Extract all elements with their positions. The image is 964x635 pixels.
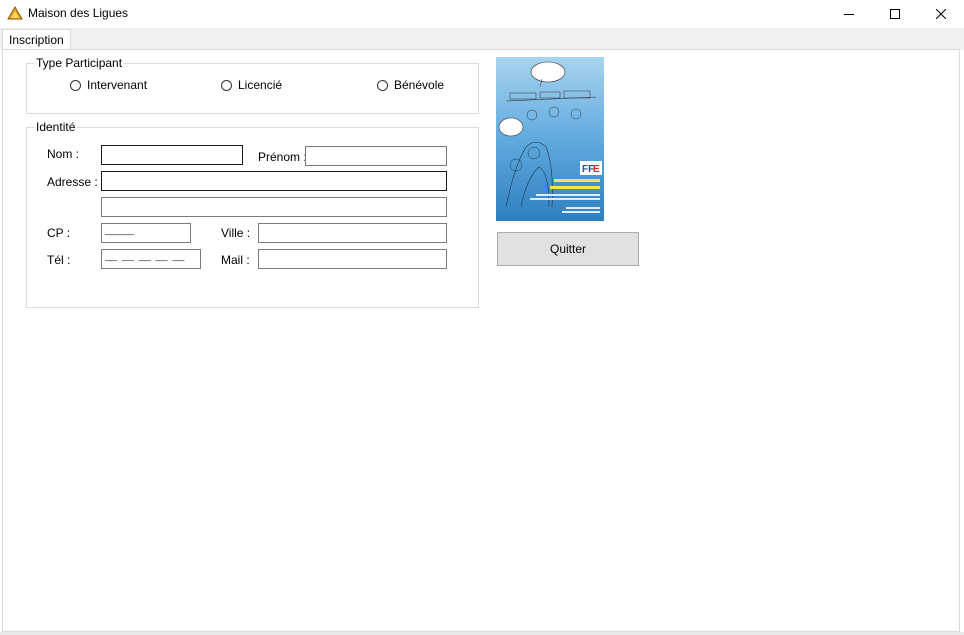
radio-circle-icon bbox=[221, 79, 232, 91]
adresse-line1-input[interactable] bbox=[101, 171, 447, 191]
title-bar: Maison des Ligues bbox=[0, 0, 964, 28]
tab-inscription[interactable]: Inscription bbox=[2, 29, 71, 50]
tel-masked-input[interactable]: __ __ __ __ __ bbox=[101, 249, 201, 269]
radio-benevole-label: Bénévole bbox=[394, 78, 445, 92]
radio-intervenant[interactable]: Intervenant bbox=[70, 78, 147, 92]
nom-input[interactable] bbox=[101, 145, 243, 165]
minimize-button[interactable] bbox=[826, 0, 872, 28]
triangle-logo-icon bbox=[7, 6, 23, 20]
radio-licencie-label: Licencié bbox=[238, 78, 283, 92]
maximize-button[interactable] bbox=[872, 0, 918, 28]
radio-circle-icon bbox=[70, 79, 81, 91]
svg-text:E: E bbox=[593, 164, 600, 175]
adresse-line2-input[interactable] bbox=[101, 197, 447, 217]
mail-label: Mail : bbox=[221, 253, 250, 267]
adresse-label: Adresse : bbox=[47, 175, 98, 189]
quit-button[interactable]: Quitter bbox=[497, 232, 639, 266]
poster-image: FF E bbox=[496, 57, 604, 221]
ville-input[interactable] bbox=[258, 223, 447, 243]
radio-licencie[interactable]: Licencié bbox=[221, 78, 282, 92]
prenom-input[interactable] bbox=[305, 146, 447, 166]
tel-label: Tél : bbox=[47, 253, 71, 267]
cp-label: CP : bbox=[47, 226, 71, 240]
mail-input[interactable] bbox=[258, 249, 447, 269]
tab-strip: Inscription bbox=[0, 28, 964, 50]
radio-intervenant-label: Intervenant bbox=[87, 78, 148, 92]
prenom-label: Prénom : bbox=[258, 150, 307, 164]
nom-label: Nom : bbox=[47, 147, 80, 161]
cp-masked-input[interactable]: _____ bbox=[101, 223, 191, 243]
close-button[interactable] bbox=[918, 0, 964, 28]
radio-benevole[interactable]: Bénévole bbox=[377, 78, 444, 92]
window-title: Maison des Ligues bbox=[28, 6, 129, 20]
identite-legend: Identité bbox=[34, 120, 78, 134]
maximize-icon bbox=[890, 9, 900, 19]
type-participant-legend: Type Participant bbox=[34, 56, 125, 70]
radio-circle-icon bbox=[377, 79, 388, 91]
close-icon bbox=[936, 9, 946, 19]
ville-label: Ville : bbox=[221, 226, 251, 240]
minimize-icon bbox=[844, 14, 854, 15]
